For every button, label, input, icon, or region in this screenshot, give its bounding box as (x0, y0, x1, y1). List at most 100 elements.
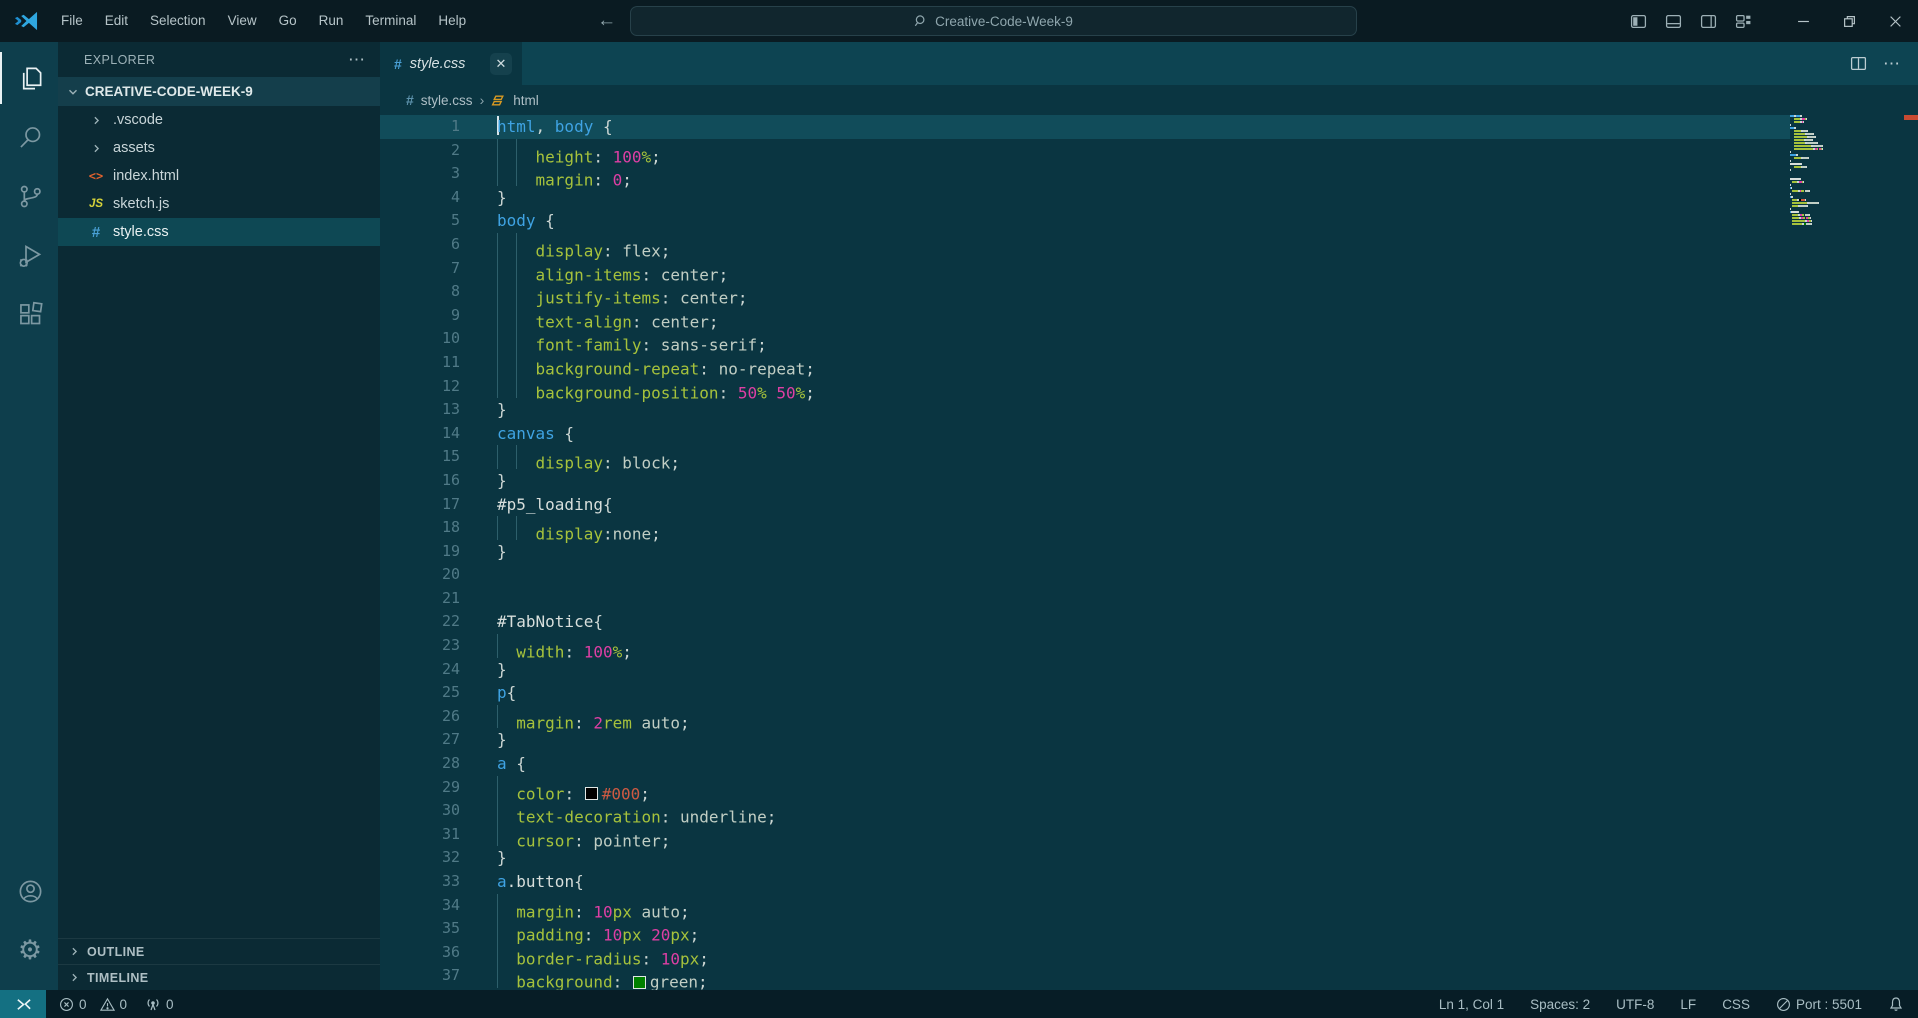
code-token: : (593, 171, 612, 190)
line-number: 4 (380, 186, 460, 210)
indent-guide (497, 894, 516, 918)
line-number: 9 (380, 304, 460, 328)
editor-group: # style.css ✕ ⋯ # style.css › html (380, 42, 1918, 990)
minimap-line (1790, 214, 1870, 216)
menu-help[interactable]: Help (427, 0, 477, 42)
status-line-col[interactable]: Ln 1, Col 1 (1439, 997, 1504, 1012)
close-button[interactable] (1872, 0, 1918, 42)
menu-selection[interactable]: Selection (139, 0, 217, 42)
menu-view[interactable]: View (217, 0, 268, 42)
blocked-circle-icon (1776, 997, 1791, 1012)
search-icon (914, 14, 928, 28)
tab-close-icon[interactable]: ✕ (490, 53, 512, 75)
code-token: rem (603, 713, 632, 732)
code-line-33: 33a.button{ (380, 870, 1790, 894)
code-line-29: 29color: #000; (380, 776, 1790, 800)
code-token: , (536, 117, 555, 136)
problems-warnings[interactable]: 0 (100, 997, 128, 1012)
status-eol[interactable]: LF (1680, 997, 1696, 1012)
minimap-line (1790, 196, 1870, 198)
minimap-line (1790, 184, 1870, 186)
file-item-index-html[interactable]: <>index.html (58, 162, 380, 190)
code-token: : (613, 973, 632, 990)
breadcrumb-symbol[interactable]: html (513, 93, 539, 108)
status-indentation[interactable]: Spaces: 2 (1530, 997, 1590, 1012)
ports-forwarded[interactable]: 0 (145, 996, 174, 1012)
indent-guide (497, 280, 516, 304)
command-center-search[interactable]: Creative-Code-Week-9 (630, 6, 1357, 36)
file-item-assets[interactable]: assets (58, 134, 380, 162)
file-name: sketch.js (113, 196, 169, 212)
minimap-line (1790, 193, 1870, 195)
split-editor-icon[interactable] (1850, 55, 1867, 72)
restore-button[interactable] (1826, 0, 1872, 42)
status-language[interactable]: CSS (1722, 997, 1750, 1012)
color-swatch[interactable] (633, 976, 646, 989)
outline-label: OUTLINE (87, 945, 145, 959)
file-item--vscode[interactable]: .vscode (58, 106, 380, 134)
line-number: 31 (380, 823, 460, 847)
code-token: 50 (738, 383, 757, 402)
search-icon[interactable] (0, 111, 58, 163)
minimap[interactable] (1790, 115, 1870, 226)
minimize-button[interactable] (1780, 0, 1826, 42)
menu-file[interactable]: File (50, 0, 94, 42)
editor-more-actions-icon[interactable]: ⋯ (1883, 54, 1900, 74)
back-button[interactable]: ← (597, 10, 616, 32)
file-item-style-css[interactable]: #style.css (58, 218, 380, 246)
code-token: cursor (516, 831, 574, 850)
chevron-right-icon (90, 142, 103, 155)
remote-indicator-button[interactable] (0, 990, 46, 1018)
code-token: } (497, 730, 507, 749)
root-folder-row[interactable]: CREATIVE-CODE-WEEK-9 (58, 77, 380, 106)
code-line-12: 12background-position: 50% 50%; (380, 375, 1790, 399)
line-number: 27 (380, 728, 460, 752)
code-line-28: 28a { (380, 752, 1790, 776)
code-line-9: 9text-align: center; (380, 304, 1790, 328)
code-token: } (497, 542, 507, 561)
explorer-more-actions-icon[interactable]: ⋯ (348, 50, 366, 70)
account-icon[interactable] (0, 865, 58, 917)
status-encoding[interactable]: UTF-8 (1616, 997, 1654, 1012)
status-port[interactable]: Port : 5501 (1776, 997, 1862, 1012)
code-editor[interactable]: 1html, body {2height: 100%;3margin: 0;4}… (380, 115, 1918, 990)
code-line-7: 7align-items: center; (380, 257, 1790, 281)
outline-section[interactable]: OUTLINE (58, 938, 380, 964)
file-item-sketch-js[interactable]: JSsketch.js (58, 190, 380, 218)
extensions-icon[interactable] (0, 288, 58, 340)
error-icon (59, 997, 74, 1012)
minimap-line (1790, 151, 1870, 153)
line-number: 17 (380, 493, 460, 517)
timeline-section[interactable]: TIMELINE (58, 964, 380, 990)
menu-go[interactable]: Go (268, 0, 308, 42)
settings-gear-icon[interactable]: ⚙ (0, 924, 58, 976)
problems-errors[interactable]: 0 (59, 997, 87, 1012)
toggle-sidebar-icon[interactable] (1630, 13, 1647, 30)
customize-layout-icon[interactable] (1735, 13, 1752, 30)
notifications-bell-icon[interactable] (1888, 996, 1904, 1012)
error-count: 0 (79, 997, 87, 1012)
css-file-icon: # (92, 224, 100, 241)
explorer-icon[interactable] (0, 52, 58, 104)
code-line-18: 18display:none; (380, 516, 1790, 540)
menu-edit[interactable]: Edit (94, 0, 139, 42)
indent-guide (497, 233, 516, 257)
tab-style-css[interactable]: # style.css ✕ (380, 42, 522, 85)
menu-terminal[interactable]: Terminal (354, 0, 427, 42)
menu-bar: FileEditSelectionViewGoRunTerminalHelp (50, 0, 477, 42)
code-line-1: 1html, body { (380, 115, 1790, 139)
menu-run[interactable]: Run (308, 0, 355, 42)
source-control-icon[interactable] (0, 170, 58, 222)
breadcrumb-file[interactable]: style.css (421, 93, 473, 108)
toggle-panel-icon[interactable] (1665, 13, 1682, 30)
line-number: 16 (380, 469, 460, 493)
line-number: 12 (380, 375, 460, 399)
tab-label: style.css (410, 56, 466, 72)
code-token: a (497, 872, 507, 891)
code-token: body (497, 211, 536, 230)
toggle-secondary-sidebar-icon[interactable] (1700, 13, 1717, 30)
run-debug-icon[interactable] (0, 229, 58, 281)
code-line-35: 35padding: 10px 20px; (380, 917, 1790, 941)
line-number: 5 (380, 209, 460, 233)
indent-guide (516, 327, 535, 351)
